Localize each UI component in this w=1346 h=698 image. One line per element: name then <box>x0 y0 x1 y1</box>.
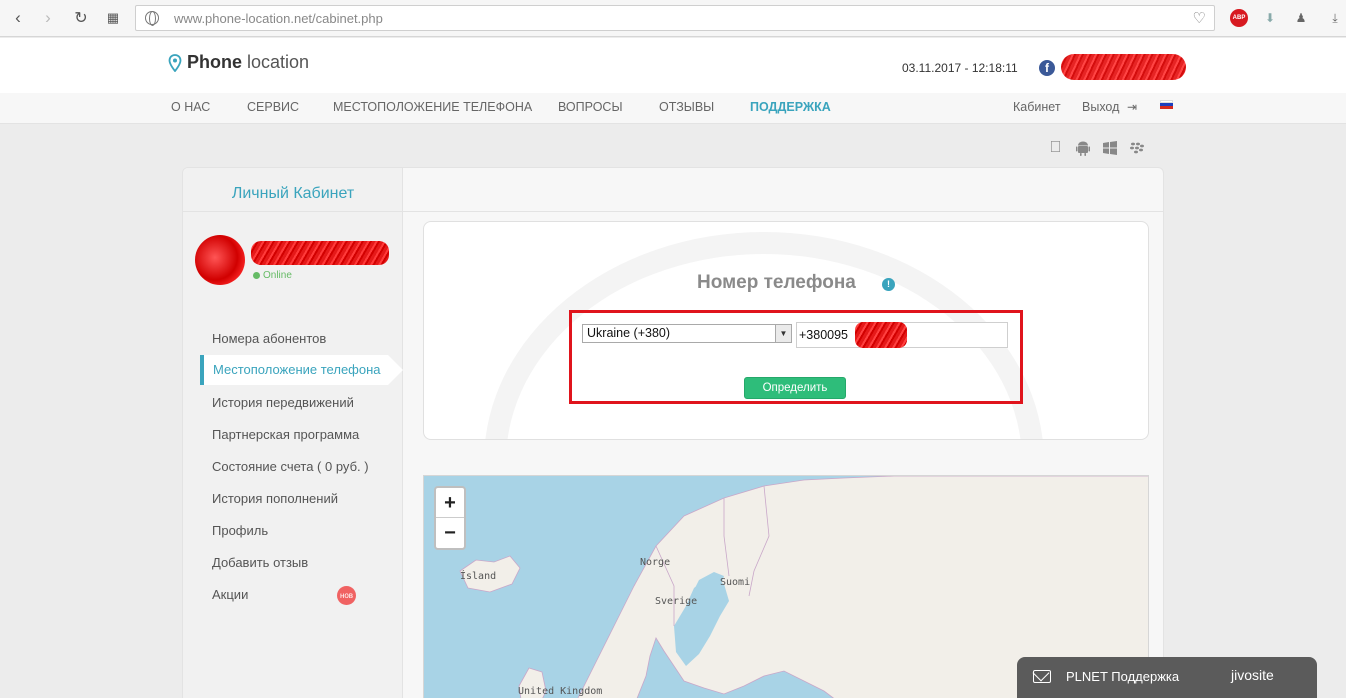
download-icon[interactable]: ⤓ <box>1326 9 1344 27</box>
redacted-user-name <box>251 241 389 265</box>
nav-item-about[interactable]: О НАС <box>171 100 210 114</box>
sidebar-item-add-review[interactable]: Добавить отзыв <box>212 555 308 570</box>
redacted-username <box>1061 54 1186 80</box>
sidebar-item-movement-history[interactable]: История передвижений <box>212 395 354 410</box>
content-topbar <box>403 168 1163 212</box>
site-header: Phone location 03.11.2017 - 12:18:11 f <box>0 38 1346 93</box>
info-icon[interactable]: ! <box>882 278 895 291</box>
zoom-control: + − <box>434 486 466 550</box>
logo[interactable]: Phone location <box>168 52 309 73</box>
redacted-phone-digits <box>855 322 907 348</box>
facebook-icon[interactable]: f <box>1039 60 1055 76</box>
online-status: Online <box>253 270 292 281</box>
online-dot-icon <box>253 272 260 279</box>
map-label-norway: Norge <box>640 557 671 568</box>
russian-flag-icon[interactable] <box>1160 100 1173 109</box>
location-pin-icon <box>168 53 182 72</box>
nav-item-service[interactable]: СЕРВИС <box>247 100 299 114</box>
sidebar-item-promotions[interactable]: Акции <box>212 587 248 602</box>
globe-icon <box>145 11 159 26</box>
map-label-iceland: Ísland <box>460 571 497 582</box>
hat-icon[interactable]: ♟ <box>1292 9 1310 27</box>
cabinet-link[interactable]: Кабинет <box>1013 100 1061 114</box>
zoom-out-button[interactable]: − <box>436 518 464 548</box>
zoom-in-button[interactable]: + <box>436 488 464 518</box>
browser-toolbar: ‹ › ↻ ▦ www.phone-location.net/cabinet.p… <box>0 0 1346 37</box>
sidebar-item-partner-program[interactable]: Партнерская программа <box>212 427 359 442</box>
logo-text-sub: location <box>247 52 310 72</box>
heart-icon[interactable]: ♡ <box>1193 9 1206 27</box>
avatar <box>195 235 245 285</box>
datetime: 03.11.2017 - 12:18:11 <box>902 61 1018 75</box>
apple-icon:  <box>1046 138 1065 157</box>
sidebar-item-profile[interactable]: Профиль <box>212 523 268 538</box>
windows-icon <box>1100 138 1119 157</box>
chat-label: PLNET Поддержка <box>1066 669 1180 684</box>
support-chat-widget[interactable]: PLNET Поддержка jivosite <box>1017 657 1317 698</box>
logout-link[interactable]: Выход <box>1082 100 1119 114</box>
nav-item-support[interactable]: ПОДДЕРЖКА <box>750 100 831 114</box>
logout-icon[interactable]: ⇥ <box>1127 100 1137 114</box>
sidebar-item-account-balance[interactable]: Состояние счета ( 0 руб. ) <box>212 459 369 474</box>
new-badge: нов <box>337 586 356 605</box>
back-icon[interactable]: ‹ <box>8 8 28 28</box>
download-arrow-icon[interactable]: ⬇ <box>1261 9 1279 27</box>
platform-icons:  <box>1046 138 1146 157</box>
envelope-icon <box>1033 670 1051 683</box>
map-label-sweden: Sverige <box>655 596 698 607</box>
logo-text-main: Phone <box>187 52 243 72</box>
chevron-down-icon[interactable]: ▼ <box>775 325 791 342</box>
chat-brand: jivosite <box>1231 667 1274 683</box>
country-select[interactable]: Ukraine (+380) ▼ <box>582 324 792 343</box>
online-status-label: Online <box>263 270 292 281</box>
nav-item-phone-location[interactable]: МЕСТОПОЛОЖЕНИЕ ТЕЛЕФОНА <box>333 100 532 114</box>
sidebar-item-payment-history[interactable]: История пополнений <box>212 491 338 506</box>
sidebar: Личный Кабинет Online Номера абонентов М… <box>183 168 403 698</box>
map-label-finland: Suomi <box>720 577 751 588</box>
nav-item-questions[interactable]: ВОПРОСЫ <box>558 100 623 114</box>
sidebar-title: Личный Кабинет <box>183 168 403 212</box>
sidebar-item-phone-location[interactable]: Местоположение телефона <box>200 355 403 385</box>
form-title: Номер телефона <box>697 272 856 293</box>
android-icon <box>1073 138 1092 157</box>
nav-item-reviews[interactable]: ОТЗЫВЫ <box>659 100 714 114</box>
blackberry-icon <box>1127 138 1146 157</box>
sidebar-item-subscriber-numbers[interactable]: Номера абонентов <box>212 331 326 346</box>
reload-icon[interactable]: ↻ <box>71 8 91 28</box>
main-nav: О НАС СЕРВИС МЕСТОПОЛОЖЕНИЕ ТЕЛЕФОНА ВОП… <box>0 93 1346 124</box>
map-label-uk: United Kingdom <box>518 686 603 697</box>
adblock-icon[interactable]: ABP <box>1230 9 1248 27</box>
country-select-value: Ukraine (+380) <box>587 326 671 340</box>
tabs-grid-icon[interactable]: ▦ <box>103 8 123 28</box>
url-text[interactable]: www.phone-location.net/cabinet.php <box>174 11 383 26</box>
forward-icon[interactable]: › <box>38 8 58 28</box>
address-bar[interactable]: www.phone-location.net/cabinet.php ♡ <box>135 5 1215 31</box>
locate-button[interactable]: Определить <box>744 377 846 399</box>
